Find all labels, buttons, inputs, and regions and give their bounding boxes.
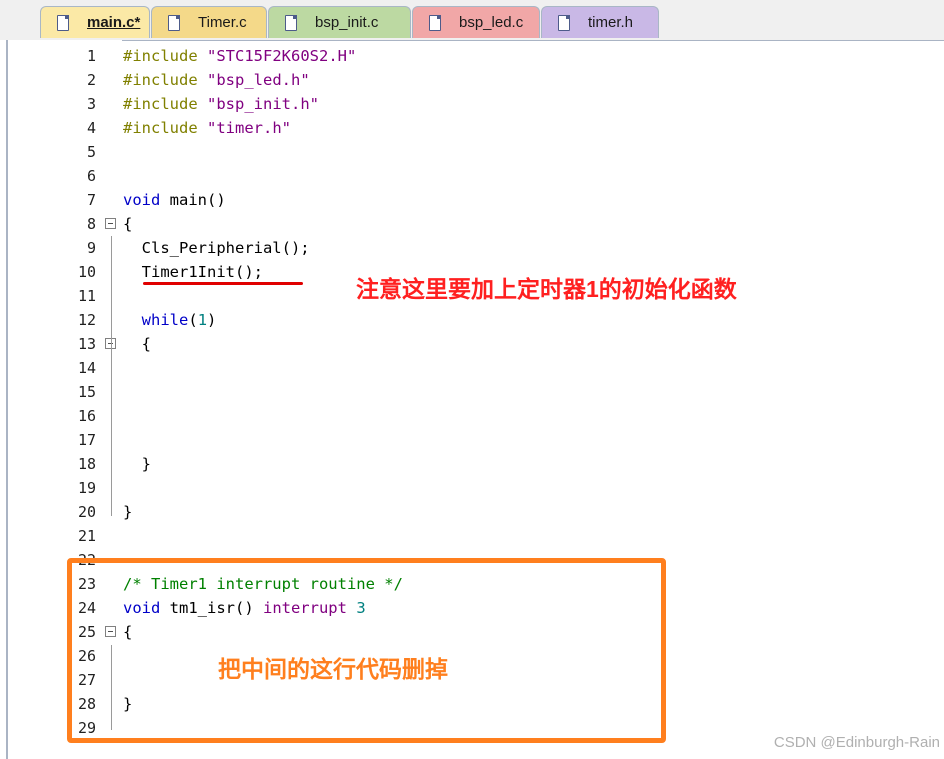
code-text: } — [123, 452, 151, 476]
code-line[interactable]: 6 — [0, 164, 944, 188]
code-text: } — [123, 500, 132, 524]
annotation-timer-init-note: 注意这里要加上定时器1的初始化函数 — [356, 276, 737, 302]
code-line[interactable]: 13 { — [0, 332, 944, 356]
line-number: 10 — [77, 263, 96, 281]
code-token: { — [123, 335, 151, 353]
code-line[interactable]: 15 — [0, 380, 944, 404]
line-number: 19 — [77, 479, 96, 497]
code-token: #include — [123, 95, 207, 113]
code-text: #include "bsp_led.h" — [123, 68, 310, 92]
code-line[interactable]: 14 — [0, 356, 944, 380]
code-token: } — [123, 455, 151, 473]
file-icon — [168, 14, 180, 31]
file-icon — [429, 14, 441, 31]
file-icon — [285, 14, 297, 31]
code-token: Cls_Peripherial(); — [123, 239, 310, 257]
code-text: void main() — [123, 188, 226, 212]
code-token: "bsp_led.h" — [207, 71, 310, 89]
code-line[interactable]: 4 #include "timer.h" — [0, 116, 944, 140]
code-line[interactable]: 18 } — [0, 452, 944, 476]
tab-bsp-led-c[interactable]: bsp_led.c — [412, 6, 540, 38]
line-number: 1 — [86, 47, 96, 65]
line-number: 3 — [86, 95, 96, 113]
code-token: #include — [123, 71, 207, 89]
red-underline-mark — [143, 282, 303, 285]
tab-label: timer.h — [588, 14, 634, 31]
line-number: 18 — [77, 455, 96, 473]
code-token: #include — [123, 119, 207, 137]
code-token: ( — [188, 311, 198, 329]
line-number: 9 — [86, 239, 96, 257]
code-line[interactable]: 1 #include "STC15F2K60S2.H" — [0, 44, 944, 68]
line-number: 4 — [86, 119, 96, 137]
code-token: void — [123, 191, 161, 209]
code-line[interactable]: 9 Cls_Peripherial(); — [0, 236, 944, 260]
line-number: 17 — [77, 431, 96, 449]
line-number: 2 — [86, 71, 96, 89]
code-token: "bsp_init.h" — [207, 95, 319, 113]
line-number: 8 — [86, 215, 96, 233]
code-token: { — [123, 215, 133, 233]
tab-bsp-init-c[interactable]: bsp_init.c — [268, 6, 411, 38]
code-token: 1 — [197, 311, 208, 329]
code-token: ) — [207, 311, 217, 329]
line-number: 16 — [77, 407, 96, 425]
code-line[interactable]: 21 — [0, 524, 944, 548]
line-number: 21 — [77, 527, 96, 545]
line-number: 6 — [86, 167, 96, 185]
line-number: 20 — [77, 503, 96, 521]
file-tab-bar: main.c* Timer.c bsp_init.c bsp_led.c timer.h — [0, 0, 944, 40]
line-number: 11 — [77, 287, 96, 305]
code-text: #include "STC15F2K60S2.H" — [123, 44, 356, 68]
code-line[interactable]: 12 while(1) — [0, 308, 944, 332]
code-text: { — [123, 332, 151, 356]
tab-timer-h[interactable]: timer.h — [541, 6, 659, 38]
tab-timer-c[interactable]: Timer.c — [151, 6, 267, 38]
line-number: 13 — [77, 335, 96, 353]
code-line[interactable]: 20} — [0, 500, 944, 524]
file-icon — [57, 14, 69, 31]
line-number: 12 — [77, 311, 96, 329]
code-token: "timer.h" — [207, 119, 291, 137]
code-line[interactable]: 5 — [0, 140, 944, 164]
code-text: Cls_Peripherial(); — [123, 236, 310, 260]
annotation-delete-note: 把中间的这行代码删掉 — [218, 656, 448, 682]
tab-label: bsp_led.c — [459, 14, 524, 31]
tab-main-c-[interactable]: main.c* — [40, 6, 150, 38]
code-line[interactable]: 2 #include "bsp_led.h" — [0, 68, 944, 92]
tab-label: Timer.c — [198, 14, 247, 31]
tab-label: main.c* — [87, 14, 141, 31]
code-token: #include — [123, 47, 207, 65]
code-text: #include "bsp_init.h" — [123, 92, 319, 116]
code-line[interactable]: 8{ — [0, 212, 944, 236]
watermark: CSDN @Edinburgh-Rain — [773, 734, 940, 751]
code-line[interactable]: 19 — [0, 476, 944, 500]
code-line[interactable]: 16 — [0, 404, 944, 428]
code-token: main() — [160, 191, 226, 209]
code-line[interactable]: 17 — [0, 428, 944, 452]
file-icon — [558, 14, 570, 31]
code-line[interactable]: 7 void main() — [0, 188, 944, 212]
code-token: "STC15F2K60S2.H" — [207, 47, 357, 65]
code-token: Timer1Init(); — [123, 263, 263, 281]
code-text: Timer1Init(); — [123, 260, 263, 284]
code-line[interactable]: 3 #include "bsp_init.h" — [0, 92, 944, 116]
code-text: #include "timer.h" — [123, 116, 291, 140]
code-text: while(1) — [123, 308, 217, 332]
code-text: { — [123, 212, 132, 236]
code-token: } — [123, 503, 133, 521]
tab-label: bsp_init.c — [315, 14, 379, 31]
fold-guide-line — [111, 236, 112, 516]
line-number: 7 — [86, 191, 96, 209]
line-number: 5 — [86, 143, 96, 161]
fold-toggle-icon[interactable] — [105, 218, 116, 229]
code-token: while — [141, 311, 189, 329]
line-number: 14 — [77, 359, 96, 377]
line-number: 15 — [77, 383, 96, 401]
